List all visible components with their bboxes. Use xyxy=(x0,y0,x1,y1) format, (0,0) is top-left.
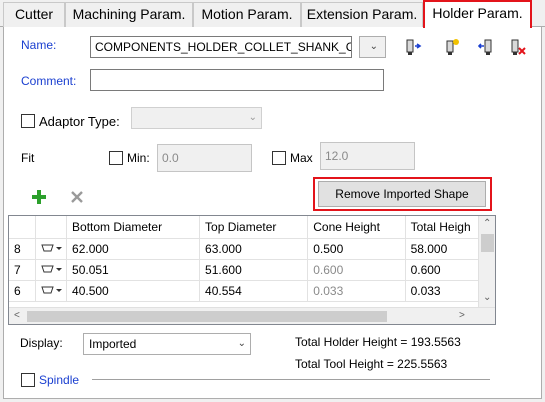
add-icon[interactable] xyxy=(28,186,50,208)
tool-new-icon[interactable] xyxy=(441,36,463,58)
vertical-scroll-thumb[interactable] xyxy=(481,234,494,252)
tool-export-icon[interactable] xyxy=(476,36,498,58)
holder-segments-grid: Bottom Diameter Top Diameter Cone Height… xyxy=(9,216,495,302)
chevron-down-icon: ⌄ xyxy=(369,41,378,52)
row-index: 6 xyxy=(9,280,37,302)
remove-imported-shape-button[interactable]: Remove Imported Shape xyxy=(318,181,486,207)
col-header-type xyxy=(35,216,68,239)
adaptor-type-checkbox[interactable] xyxy=(21,114,35,128)
top-diameter-cell[interactable]: 40.554 xyxy=(199,280,309,302)
adaptor-type-label: Adaptor Type: xyxy=(39,114,120,129)
col-header-top-diameter[interactable]: Top Diameter xyxy=(199,216,309,239)
name-label: Name: xyxy=(21,38,57,52)
comment-field[interactable] xyxy=(90,69,384,91)
col-header-bottom-diameter[interactable]: Bottom Diameter xyxy=(66,216,201,239)
holder-param-panel: Name: COMPONENTS_HOLDER_COLLET_SHANK_CU … xyxy=(3,27,542,399)
holder-segments-table: Bottom Diameter Top Diameter Cone Height… xyxy=(8,215,496,325)
top-diameter-cell[interactable]: 63.000 xyxy=(199,238,309,260)
display-select[interactable]: Imported ⌄ xyxy=(83,333,251,355)
col-header-cone-height[interactable]: Cone Height xyxy=(307,216,406,239)
fit-min-field[interactable]: 0.0 xyxy=(157,144,252,172)
segment-shape-icon[interactable] xyxy=(35,238,68,260)
fit-min-checkbox[interactable] xyxy=(109,151,123,165)
tab-holder-param[interactable]: Holder Param. xyxy=(423,0,532,28)
table-row[interactable]: 6 40.500 40.554 0.033 0.033 xyxy=(9,280,495,302)
tab-motion-param[interactable]: Motion Param. xyxy=(193,2,301,27)
scroll-down-icon[interactable]: ⌄ xyxy=(483,292,491,303)
name-dropdown-button[interactable]: ⌄ xyxy=(359,36,386,58)
row-index: 7 xyxy=(9,259,37,281)
cone-height-cell[interactable]: 0.600 xyxy=(307,259,406,281)
tool-import-icon[interactable] xyxy=(402,36,424,58)
fit-min-label: Min: xyxy=(127,151,150,165)
chevron-down-icon: ⌄ xyxy=(237,338,246,349)
cone-height-cell[interactable]: 0.033 xyxy=(307,280,406,302)
col-header-index xyxy=(9,216,37,239)
adaptor-type-select[interactable]: ⌄ xyxy=(131,107,262,129)
total-holder-height: Total Holder Height = 193.5563 xyxy=(295,335,461,349)
row-index: 8 xyxy=(9,238,37,260)
horizontal-scroll-thumb[interactable] xyxy=(27,311,387,322)
scroll-left-icon[interactable]: < xyxy=(14,310,20,321)
display-value: Imported xyxy=(89,337,137,351)
tool-delete-icon[interactable] xyxy=(507,36,529,58)
total-tool-height: Total Tool Height = 225.5563 xyxy=(295,357,448,371)
chevron-down-icon: ⌄ xyxy=(248,112,257,123)
table-row[interactable]: 7 50.051 51.600 0.600 0.600 xyxy=(9,259,495,281)
horizontal-scrollbar[interactable]: < > xyxy=(9,307,495,324)
spindle-checkbox[interactable] xyxy=(21,373,35,387)
vertical-scrollbar[interactable]: ⌃ ⌄ xyxy=(478,216,495,308)
bottom-diameter-cell[interactable]: 40.500 xyxy=(66,280,201,302)
comment-label: Comment: xyxy=(21,74,77,88)
table-row[interactable]: 8 62.000 63.000 0.500 58.000 xyxy=(9,238,495,260)
cone-height-cell[interactable]: 0.500 xyxy=(307,238,406,260)
segment-shape-icon[interactable] xyxy=(35,280,68,302)
display-label: Display: xyxy=(20,336,63,350)
scroll-up-icon[interactable]: ⌃ xyxy=(483,218,491,229)
scroll-right-icon[interactable]: > xyxy=(459,310,465,321)
segment-shape-icon[interactable] xyxy=(35,259,68,281)
fit-max-label: Max xyxy=(290,151,313,165)
fit-max-field[interactable]: 12.0 xyxy=(320,142,415,170)
remove-icon[interactable] xyxy=(66,186,88,208)
tab-extension-param[interactable]: Extension Param. xyxy=(301,2,423,27)
spindle-label: Spindle xyxy=(39,373,80,387)
tab-machining-param[interactable]: Machining Param. xyxy=(65,2,193,27)
top-diameter-cell[interactable]: 51.600 xyxy=(199,259,309,281)
bottom-diameter-cell[interactable]: 62.000 xyxy=(66,238,201,260)
fit-max-checkbox[interactable] xyxy=(272,151,286,165)
tab-cutter[interactable]: Cutter xyxy=(3,2,65,27)
bottom-diameter-cell[interactable]: 50.051 xyxy=(66,259,201,281)
name-field[interactable]: COMPONENTS_HOLDER_COLLET_SHANK_CU xyxy=(90,36,352,58)
fit-label: Fit xyxy=(21,151,35,165)
spindle-divider xyxy=(92,379,490,381)
tab-bar: Cutter Machining Param. Motion Param. Ex… xyxy=(0,0,545,28)
